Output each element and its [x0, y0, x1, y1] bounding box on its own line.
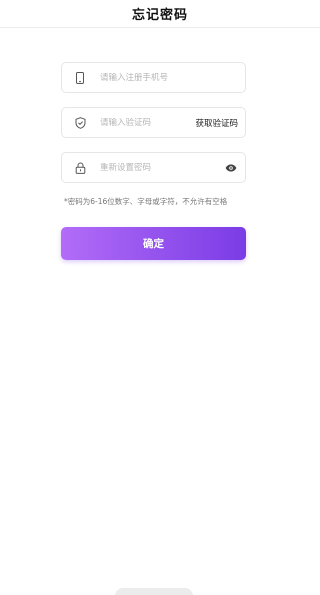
new-password-input[interactable]	[100, 162, 224, 173]
phone-icon	[74, 71, 86, 84]
get-code-button[interactable]: 获取验证码	[195, 117, 238, 129]
verification-code-field[interactable]: 获取验证码	[61, 107, 246, 138]
page-title: 忘记密码	[131, 8, 188, 23]
shield-icon	[74, 116, 86, 129]
home-indicator	[115, 588, 193, 595]
phone-input[interactable]	[100, 72, 238, 83]
new-password-field[interactable]	[61, 152, 246, 183]
password-rule-hint: *密码为6-16位数字、字母或字符，不允许有空格	[64, 197, 228, 206]
reset-password-form: 获取验证码	[61, 62, 246, 197]
phone-field[interactable]	[61, 62, 246, 93]
verification-code-input[interactable]	[100, 117, 196, 128]
lock-icon	[74, 161, 86, 174]
confirm-button[interactable]: 确定	[61, 227, 246, 260]
eye-icon[interactable]	[224, 163, 238, 173]
page-header: 忘记密码	[0, 0, 320, 28]
